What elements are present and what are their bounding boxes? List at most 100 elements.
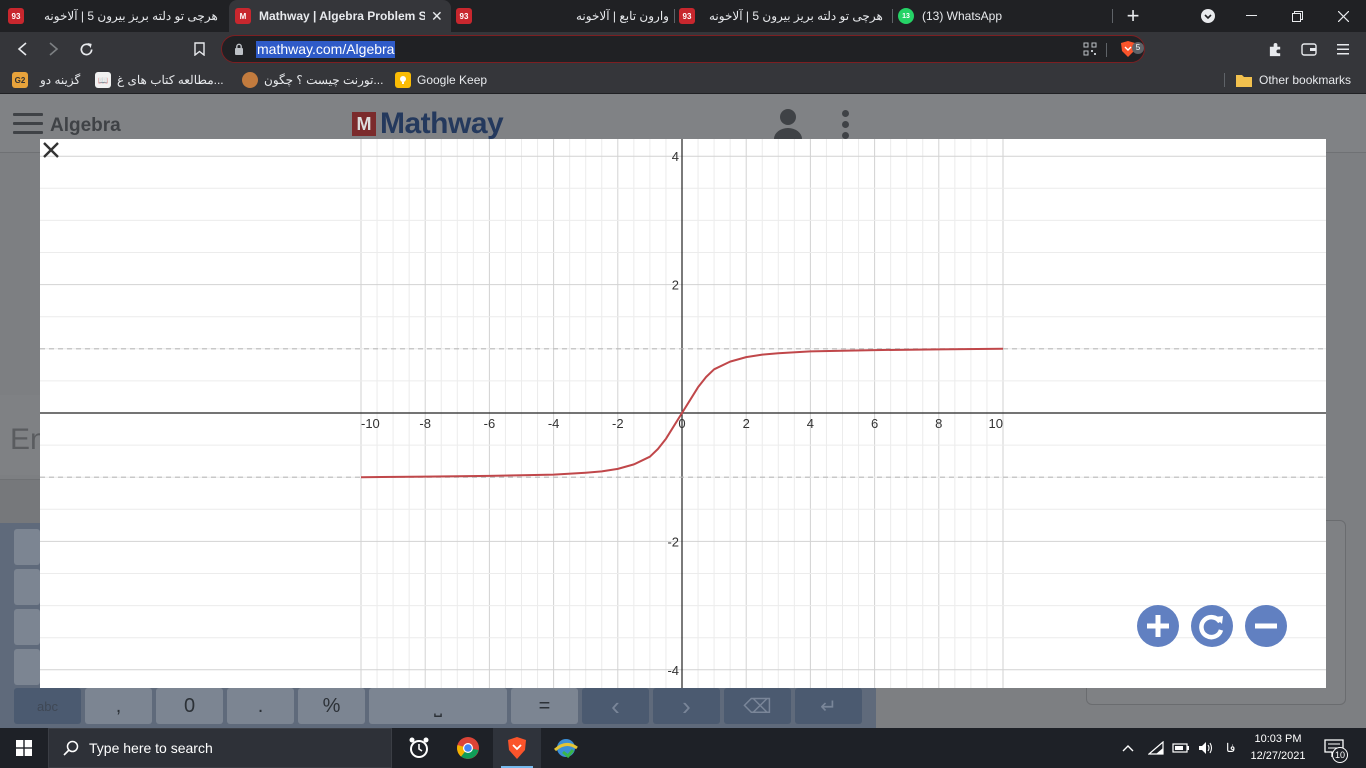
clock-date: 12/27/2021 <box>1250 750 1306 762</box>
address-bar[interactable]: mathway.com/Algebra 5 <box>221 35 1145 63</box>
input-language-indicator[interactable]: فا <box>1226 741 1235 755</box>
chrome-icon <box>457 737 479 759</box>
restore-button[interactable] <box>1274 0 1320 32</box>
bookmark-google-keep[interactable]: Google Keep <box>395 71 487 89</box>
graph-modal: -10 -8 -6 -4 -2 0 2 4 6 8 10 4 2 -2 -4 <box>40 139 1326 688</box>
more-options-icon[interactable] <box>842 110 850 140</box>
clock[interactable]: 10:03 PM 12/27/2021 <box>1240 731 1316 765</box>
volume-icon[interactable] <box>1198 741 1214 755</box>
taskbar-alarms-app[interactable] <box>395 728 443 768</box>
tab-separator <box>674 9 675 23</box>
extensions-button[interactable] <box>1262 37 1288 61</box>
close-icon <box>1337 10 1349 22</box>
key-left-arrow[interactable]: ‹ <box>582 688 649 724</box>
taskbar-idm[interactable] <box>542 728 590 768</box>
other-bookmarks[interactable]: Other bookmarks <box>1236 71 1351 89</box>
download-manager-icon <box>553 739 578 759</box>
tab-mathway[interactable]: M Mathway | Algebra Problem Solver ✕ <box>229 0 451 32</box>
wifi-icon[interactable] <box>1148 741 1164 755</box>
x-tick-label: 4 <box>807 416 814 431</box>
tab-whatsapp[interactable]: 13 (13) WhatsApp <box>898 0 1110 32</box>
93-icon: 93 <box>456 8 472 24</box>
windows-logo-icon <box>16 740 32 756</box>
close-graph-icon[interactable] <box>40 139 62 161</box>
subject-title[interactable]: Algebra <box>50 115 121 137</box>
tab-label: Mathway | Algebra Problem Solver <box>259 9 425 23</box>
x-tick-label: -10 <box>361 416 380 431</box>
key-space[interactable]: ⎵ <box>369 688 507 724</box>
user-icon[interactable] <box>773 108 803 140</box>
keypad-key[interactable] <box>14 569 40 605</box>
y-tick-label: -2 <box>667 534 679 549</box>
tab-label: هرچی تو دلته بریز بیرون 5 | آلاخونه <box>44 9 218 23</box>
gozine-do-icon: G2 <box>12 72 28 88</box>
taskbar-search[interactable]: Type here to search <box>48 728 392 768</box>
key-equals[interactable]: = <box>511 688 578 724</box>
tab-allakhoone-1[interactable]: 93 هرچی تو دلته بریز بیرون 5 | آلاخونه <box>8 0 226 32</box>
reload-button[interactable] <box>73 37 99 61</box>
key-decimal[interactable]: . <box>227 688 294 724</box>
keypad-key[interactable] <box>14 649 40 685</box>
key-abc[interactable]: abc <box>14 688 81 724</box>
action-center[interactable]: 10 <box>1324 728 1348 768</box>
start-button[interactable] <box>0 728 48 768</box>
navigation-bar: mathway.com/Algebra 5 <box>0 32 1366 66</box>
close-window-button[interactable] <box>1320 0 1366 32</box>
bookmark-gozine-do[interactable]: G2 گزینه دو <box>12 71 80 89</box>
keypad-key[interactable] <box>14 529 40 565</box>
tab-separator <box>892 9 893 23</box>
key-backspace[interactable]: ⌫ <box>724 688 791 724</box>
x-tick-label: 10 <box>989 416 1003 431</box>
key-percent[interactable]: % <box>298 688 365 724</box>
tab-search-button[interactable] <box>1185 0 1231 32</box>
bookmark-torrent[interactable]: تورنت چیست ؟ چگون... <box>242 71 383 89</box>
chevron-down-circle-icon <box>1201 9 1215 23</box>
back-button[interactable] <box>9 37 35 61</box>
divider <box>1224 73 1225 87</box>
hamburger-menu-icon <box>1337 44 1349 55</box>
93-icon: 93 <box>679 8 695 24</box>
keypad-key[interactable] <box>14 609 40 645</box>
menu-button[interactable] <box>1330 37 1356 61</box>
back-arrow-icon <box>17 42 27 56</box>
bookmark-label: Google Keep <box>417 73 488 87</box>
bookmark-ketab[interactable]: 📖 مطالعه کتاب های غ... <box>95 71 224 89</box>
qr-code-icon[interactable] <box>1082 41 1098 57</box>
bookmarks-bar: G2 گزینه دو 📖 مطالعه کتاب های غ... تورنت… <box>0 66 1366 94</box>
tab-allakhoone-3[interactable]: 93 هرچی تو دلته بریز بیرون 5 | آلاخونه <box>679 0 891 32</box>
graph-plot[interactable]: -10 -8 -6 -4 -2 0 2 4 6 8 1042-2-4 <box>40 139 1326 688</box>
lock-icon <box>235 43 243 55</box>
url-text[interactable]: mathway.com/Algebra <box>256 41 396 58</box>
x-tick-label: -6 <box>484 416 496 431</box>
forward-button[interactable] <box>41 37 67 61</box>
zoom-in-button[interactable] <box>1137 605 1179 647</box>
chevron-up-icon[interactable] <box>1122 744 1134 752</box>
key-right-arrow[interactable]: › <box>653 688 720 724</box>
search-icon <box>63 740 79 756</box>
key-enter[interactable]: ↵ <box>795 688 862 724</box>
new-tab-button[interactable]: + <box>1110 0 1156 32</box>
shield-count-badge: 5 <box>1132 42 1144 54</box>
divider <box>1106 43 1107 57</box>
reset-graph-button[interactable] <box>1191 605 1233 647</box>
mathway-logo[interactable]: M Mathway <box>352 107 504 141</box>
tab-close-icon[interactable]: ✕ <box>431 8 443 25</box>
wallet-button[interactable] <box>1296 37 1322 61</box>
tab-allakhoone-2[interactable]: 93 وارون تابع | آلاخونه <box>456 0 676 32</box>
minimize-button[interactable] <box>1228 0 1274 32</box>
key-comma[interactable]: , <box>85 688 152 724</box>
battery-icon[interactable] <box>1172 742 1190 754</box>
bookmark-button[interactable] <box>186 37 212 61</box>
taskbar-brave[interactable] <box>493 728 541 768</box>
x-tick-label: 2 <box>743 416 750 431</box>
taskbar-chrome[interactable] <box>444 728 492 768</box>
x-tick-label: -8 <box>419 416 431 431</box>
zoom-out-button[interactable] <box>1245 605 1287 647</box>
x-tick-label: 6 <box>871 416 878 431</box>
key-zero[interactable]: 0 <box>156 688 223 724</box>
93-icon: 93 <box>8 8 24 24</box>
mathway-logo-mark: M <box>352 112 376 136</box>
notification-count-badge: 10 <box>1332 747 1348 763</box>
hamburger-menu-icon[interactable] <box>13 113 43 134</box>
bookmark-label: مطالعه کتاب های غ... <box>117 73 224 87</box>
